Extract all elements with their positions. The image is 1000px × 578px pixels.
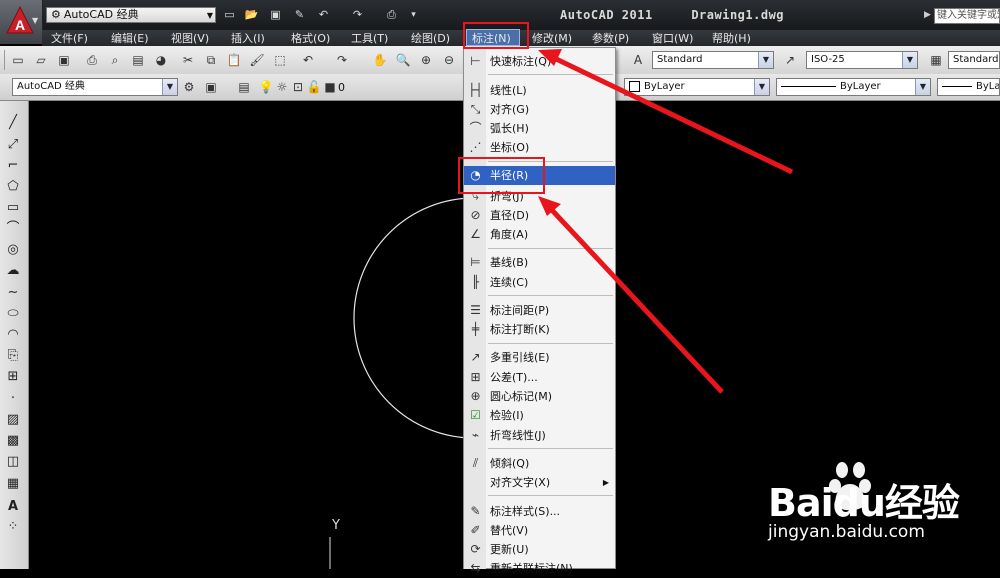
annotation-arrow — [548, 206, 724, 394]
watermark-url: jingyan.baidu.com — [768, 522, 925, 542]
watermark-brand: Baidu经验 — [768, 481, 960, 525]
annotation-arrow — [550, 54, 794, 175]
